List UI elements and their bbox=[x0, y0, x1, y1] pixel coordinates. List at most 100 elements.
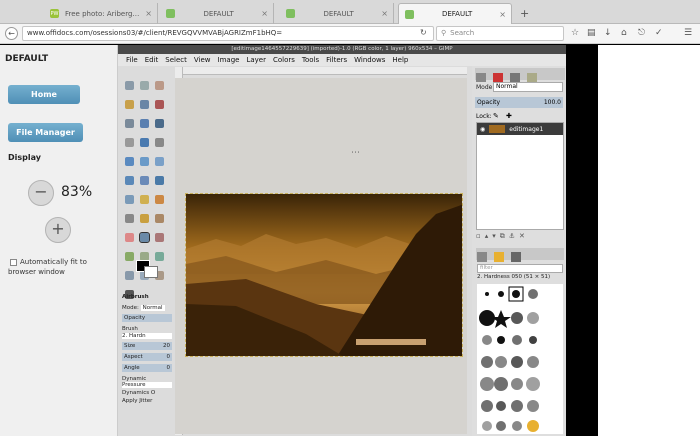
zoom-out-button[interactable]: − bbox=[28, 180, 54, 206]
free-select-tool-icon[interactable] bbox=[155, 81, 164, 90]
visibility-eye-icon[interactable]: ◉ bbox=[480, 126, 485, 133]
fuzzy-select-tool-icon[interactable] bbox=[125, 100, 134, 109]
opacity-slider[interactable]: Opacity bbox=[122, 314, 172, 322]
reading-list-icon[interactable]: ▤ bbox=[587, 28, 596, 38]
zoom-tool-icon[interactable] bbox=[155, 119, 164, 128]
menu-edit[interactable]: Edit bbox=[145, 56, 159, 64]
angle-slider[interactable]: Angle 0 bbox=[122, 364, 172, 372]
bucket-fill-tool-icon[interactable] bbox=[155, 195, 164, 204]
align-tool-icon[interactable] bbox=[155, 138, 164, 147]
bookmark-star-icon[interactable]: ☆ bbox=[571, 28, 579, 38]
new-tab-button[interactable]: + bbox=[520, 7, 529, 20]
gradients-tab-icon[interactable] bbox=[511, 252, 522, 262]
move-tool-icon[interactable] bbox=[140, 138, 149, 147]
menu-help[interactable]: Help bbox=[392, 56, 408, 64]
menu-icon[interactable]: ☰ bbox=[684, 28, 692, 38]
back-button[interactable]: ← bbox=[5, 27, 18, 40]
search-icon: ⚲ bbox=[441, 29, 447, 37]
perspective-clone-tool-icon[interactable] bbox=[155, 252, 164, 261]
angle-value: 0 bbox=[166, 365, 171, 371]
tab-free-photo[interactable]: PW Free photo: Ariberg Pass, L... × bbox=[44, 3, 158, 24]
tab-default-active[interactable]: DEFAULT × bbox=[398, 3, 512, 24]
shear-tool-icon[interactable] bbox=[125, 176, 134, 185]
apply-jitter-checkbox[interactable]: Apply Jitter bbox=[122, 398, 172, 404]
perspective-tool-icon[interactable] bbox=[140, 176, 149, 185]
undo-tab-icon[interactable] bbox=[527, 73, 538, 82]
channels-tab-icon[interactable] bbox=[493, 73, 504, 82]
close-icon[interactable]: × bbox=[381, 9, 388, 18]
layers-list bbox=[476, 122, 564, 230]
dynamics-select[interactable]: Pressure bbox=[122, 382, 172, 388]
document-favicon-icon bbox=[166, 9, 175, 18]
layers-opacity-value: 100.0 bbox=[543, 99, 561, 106]
file-manager-button[interactable]: File Manager bbox=[8, 123, 83, 142]
scale-tool-icon[interactable] bbox=[155, 157, 164, 166]
menu-filters[interactable]: Filters bbox=[326, 56, 347, 64]
close-icon[interactable]: × bbox=[499, 10, 506, 19]
flip-tool-icon[interactable] bbox=[155, 176, 164, 185]
layer-actions-bar[interactable]: ▫▴▾⧉⚓✕ bbox=[476, 232, 564, 242]
dynamics-options-expander[interactable]: Dynamics O bbox=[122, 390, 172, 396]
mountain-photo[interactable] bbox=[185, 193, 463, 357]
airbrush-tool-icon[interactable] bbox=[139, 232, 150, 243]
menu-colors[interactable]: Colors bbox=[273, 56, 295, 64]
rotate-tool-icon[interactable] bbox=[140, 157, 149, 166]
layers-tab-icon[interactable] bbox=[476, 73, 486, 82]
clone-tool-icon[interactable] bbox=[125, 252, 134, 261]
measure-tool-icon[interactable] bbox=[125, 138, 134, 147]
tool-options-panel: Airbrush Mode: Normal Opacity Brush 2. H… bbox=[122, 294, 172, 436]
lock-pixels-icon[interactable]: ✎ bbox=[493, 112, 499, 120]
mode-select[interactable]: Normal bbox=[140, 305, 165, 311]
close-icon[interactable]: × bbox=[261, 9, 268, 18]
layer-row[interactable]: ◉ editimage1 bbox=[477, 123, 563, 135]
size-slider[interactable]: Size 20 bbox=[122, 342, 172, 350]
blur-tool-icon[interactable] bbox=[125, 271, 134, 280]
menu-windows[interactable]: Windows bbox=[354, 56, 385, 64]
close-icon[interactable]: × bbox=[145, 9, 152, 18]
paintbrush-tool-icon[interactable] bbox=[155, 214, 164, 223]
tab-default-2[interactable]: DEFAULT × bbox=[280, 3, 394, 24]
download-icon[interactable]: ↓ bbox=[604, 28, 612, 38]
layers-opacity-slider[interactable]: Opacity 100.0 bbox=[475, 97, 563, 108]
layers-mode-select[interactable]: Normal bbox=[493, 82, 563, 92]
blend-tool-icon[interactable] bbox=[125, 214, 134, 223]
page-margin bbox=[598, 45, 700, 436]
brush-filter-input[interactable]: filter bbox=[477, 264, 563, 273]
pencil-tool-icon[interactable] bbox=[140, 214, 149, 223]
search-input[interactable]: ⚲ Search bbox=[436, 26, 564, 41]
rect-select-tool-icon[interactable] bbox=[125, 81, 134, 90]
patterns-tab-icon[interactable] bbox=[494, 252, 505, 262]
paths-tab-icon[interactable] bbox=[510, 73, 521, 82]
color-picker-tool-icon[interactable] bbox=[140, 119, 149, 128]
menu-layer[interactable]: Layer bbox=[246, 56, 266, 64]
brushes-tab-icon[interactable] bbox=[477, 252, 487, 262]
url-field[interactable]: www.offidocs.com/osessions03/#/client/RE… bbox=[22, 26, 434, 41]
pocket-icon[interactable]: ⎋ bbox=[638, 28, 645, 38]
reload-icon[interactable]: ↻ bbox=[420, 28, 427, 37]
zoom-in-button[interactable]: + bbox=[45, 217, 71, 243]
menu-image[interactable]: Image bbox=[218, 56, 240, 64]
ink-tool-icon[interactable] bbox=[155, 233, 164, 242]
brush-select[interactable]: 2. Hardn bbox=[122, 333, 172, 339]
crop-tool-icon[interactable] bbox=[125, 157, 134, 166]
menu-file[interactable]: File bbox=[126, 56, 138, 64]
extension-icon[interactable]: ✓ bbox=[655, 28, 663, 38]
cage-tool-icon[interactable] bbox=[125, 195, 134, 204]
lock-position-icon[interactable]: ✚ bbox=[506, 112, 512, 120]
menu-tools[interactable]: Tools bbox=[302, 56, 319, 64]
menu-view[interactable]: View bbox=[194, 56, 211, 64]
eraser-tool-icon[interactable] bbox=[125, 233, 134, 242]
gimp-menubar: File Edit Select View Image Layer Colors… bbox=[118, 54, 566, 66]
tab-default-1[interactable]: DEFAULT × bbox=[160, 3, 274, 24]
color-select-tool-icon[interactable] bbox=[140, 100, 149, 109]
menu-select[interactable]: Select bbox=[165, 56, 187, 64]
background-color-swatch[interactable] bbox=[144, 266, 158, 278]
aspect-slider[interactable]: Aspect 0 bbox=[122, 353, 172, 361]
home-icon[interactable]: ⌂ bbox=[621, 28, 627, 38]
ellipse-select-tool-icon[interactable] bbox=[140, 81, 149, 90]
brush-grid[interactable] bbox=[477, 284, 563, 434]
home-button[interactable]: Home bbox=[8, 85, 80, 104]
scissors-tool-icon[interactable] bbox=[155, 100, 164, 109]
paths-tool-icon[interactable] bbox=[125, 119, 134, 128]
text-tool-icon[interactable] bbox=[140, 195, 149, 204]
